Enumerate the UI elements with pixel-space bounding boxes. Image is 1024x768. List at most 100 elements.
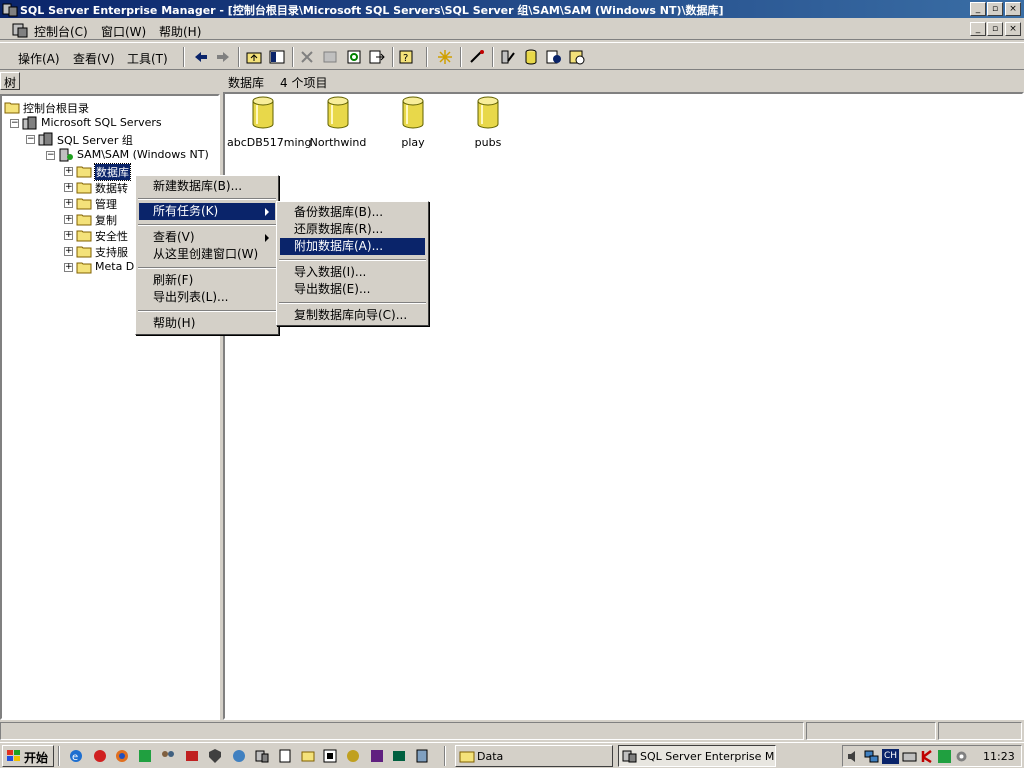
new-login-icon[interactable]	[499, 49, 517, 65]
globe-icon[interactable]	[231, 748, 247, 764]
taskbar: 开始 e Data SQL Server Enterprise Ma... CH…	[0, 742, 1024, 768]
submenu-item-attach-database[interactable]: 附加数据库(A)...	[280, 238, 425, 255]
close-button[interactable]: ×	[1005, 2, 1021, 16]
task-data[interactable]: Data	[455, 745, 613, 767]
keyboard-icon[interactable]	[902, 749, 917, 764]
app-icon[interactable]	[2, 1, 18, 17]
menu-window[interactable]: 窗口(W)	[101, 23, 146, 40]
minimize-button[interactable]: _	[970, 2, 986, 16]
cmd-icon[interactable]	[391, 748, 407, 764]
export-icon[interactable]	[368, 49, 386, 65]
database-item-pubs[interactable]: pubs	[452, 96, 524, 149]
expand-icon[interactable]: +	[64, 263, 73, 272]
menu-item-all-tasks[interactable]: 所有任务(K)	[139, 203, 275, 220]
new-job-icon[interactable]	[545, 49, 563, 65]
new-database-icon[interactable]	[522, 49, 540, 65]
submenu-item-backup-database[interactable]: 备份数据库(B)...	[280, 204, 425, 221]
submenu-item-export-data[interactable]: 导出数据(E)...	[280, 281, 425, 298]
title-bar[interactable]: SQL Server Enterprise Manager - [控制台根目录\…	[0, 0, 1024, 18]
expand-icon[interactable]: +	[64, 215, 73, 224]
refresh-icon[interactable]	[345, 49, 363, 65]
menu-item-view[interactable]: 查看(V)	[139, 229, 275, 246]
task-enterprise-manager[interactable]: SQL Server Enterprise Ma...	[618, 745, 776, 767]
mdi-close-button[interactable]: ×	[1005, 22, 1021, 36]
database-item-abcdb517ming[interactable]: abcDB517ming	[227, 96, 312, 149]
expand-icon[interactable]: +	[64, 247, 73, 256]
register-server-icon[interactable]	[468, 49, 486, 65]
help-icon[interactable]: ?	[398, 49, 416, 65]
g-icon[interactable]	[937, 749, 952, 764]
expand-icon[interactable]: +	[64, 167, 73, 176]
tree-item-label: 数据转	[95, 182, 128, 195]
tree-item-label: 复制	[95, 214, 117, 227]
database-item-play[interactable]: play	[377, 96, 449, 149]
task-enterprise-manager-label: SQL Server Enterprise Ma...	[640, 750, 775, 763]
back-arrow-icon[interactable]	[192, 49, 210, 65]
menu-tools[interactable]: 工具(T)	[127, 50, 168, 67]
grid-app-icon[interactable]	[369, 748, 385, 764]
system-tray: CH 11:23	[842, 745, 1022, 767]
start-button[interactable]: 开始	[2, 745, 54, 767]
mdi-minimize-button[interactable]: _	[970, 22, 986, 36]
menu-separator	[279, 302, 426, 304]
tree-item-label: 控制台根目录	[23, 102, 89, 115]
network-icon[interactable]	[864, 749, 879, 764]
volume-icon[interactable]	[846, 749, 861, 764]
delete-icon[interactable]	[298, 49, 316, 65]
menu-item-export-list[interactable]: 导出列表(L)...	[139, 289, 275, 306]
expand-icon[interactable]: +	[64, 199, 73, 208]
menu-item-help[interactable]: 帮助(H)	[139, 315, 275, 332]
tree-item-1[interactable]: − Microsoft SQL Servers	[2, 115, 216, 131]
database-item-northwind[interactable]: Northwind	[302, 96, 374, 149]
people-icon[interactable]	[160, 748, 176, 764]
shield-icon[interactable]	[207, 748, 223, 764]
up-folder-icon[interactable]	[245, 49, 263, 65]
forward-arrow-icon[interactable]	[214, 49, 232, 65]
mdi-restore-button[interactable]: ▫	[987, 22, 1003, 36]
submenu-item-restore-database[interactable]: 还原数据库(R)...	[280, 221, 425, 238]
expand-icon[interactable]: +	[64, 183, 73, 192]
submenu-item-restore-database-label: 还原数据库(R)...	[294, 222, 384, 236]
menu-console[interactable]: 控制台(C)	[34, 23, 88, 40]
tree-item-0[interactable]: 控制台根目录	[2, 99, 216, 115]
submenu-item-copy-database-wizard[interactable]: 复制数据库向导(C)...	[280, 307, 425, 324]
tree-item-2[interactable]: − SQL Server 组	[2, 131, 216, 147]
menu-item-refresh[interactable]: 刷新(F)	[139, 272, 275, 289]
tree-item-3[interactable]: − SAM\SAM (Windows NT)	[2, 147, 216, 163]
book-icon[interactable]	[414, 748, 430, 764]
submenu-item-import-data[interactable]: 导入数据(I)...	[280, 264, 425, 281]
settings-icon[interactable]	[954, 749, 969, 764]
restore-button[interactable]: ▫	[987, 2, 1003, 16]
server-group-icon	[22, 116, 37, 130]
tree-item-label: SAM\SAM (Windows NT)	[77, 148, 209, 161]
opera-icon[interactable]	[92, 748, 108, 764]
collapse-icon[interactable]: −	[26, 135, 35, 144]
collapse-icon[interactable]: −	[46, 151, 55, 160]
menu-item-new-window[interactable]: 从这里创建窗口(W)	[139, 246, 275, 263]
new-alert-icon[interactable]	[568, 49, 586, 65]
ie-icon[interactable]: e	[68, 748, 84, 764]
menu-view[interactable]: 查看(V)	[73, 50, 115, 67]
properties-icon[interactable]	[321, 49, 339, 65]
folder-ql-icon[interactable]	[300, 748, 316, 764]
list-pane[interactable]: abcDB517ming Northwind play pubs	[223, 92, 1024, 720]
expand-icon[interactable]: +	[64, 231, 73, 240]
winamp-icon[interactable]	[345, 748, 361, 764]
collapse-icon[interactable]: −	[10, 119, 19, 128]
browser-g-icon[interactable]	[137, 748, 153, 764]
enterprise-manager-ql-icon[interactable]	[254, 748, 270, 764]
menu-item-new-database[interactable]: 新建数据库(B)...	[139, 178, 275, 195]
firefox-icon[interactable]	[114, 748, 130, 764]
red-app-icon[interactable]	[184, 748, 200, 764]
notepad-icon[interactable]	[277, 748, 293, 764]
list-count: 4 个项目	[280, 76, 328, 90]
media-icon[interactable]	[322, 748, 338, 764]
menu-action[interactable]: 操作(A)	[18, 50, 60, 67]
menu-help[interactable]: 帮助(H)	[159, 23, 201, 40]
wizard-icon[interactable]	[436, 49, 454, 65]
console-icon[interactable]	[12, 22, 28, 38]
tree-tab[interactable]: 树	[0, 72, 20, 90]
show-tree-icon[interactable]	[268, 49, 286, 65]
ime-ch-icon[interactable]: CH	[882, 749, 899, 764]
kaspersky-icon[interactable]	[920, 749, 935, 764]
